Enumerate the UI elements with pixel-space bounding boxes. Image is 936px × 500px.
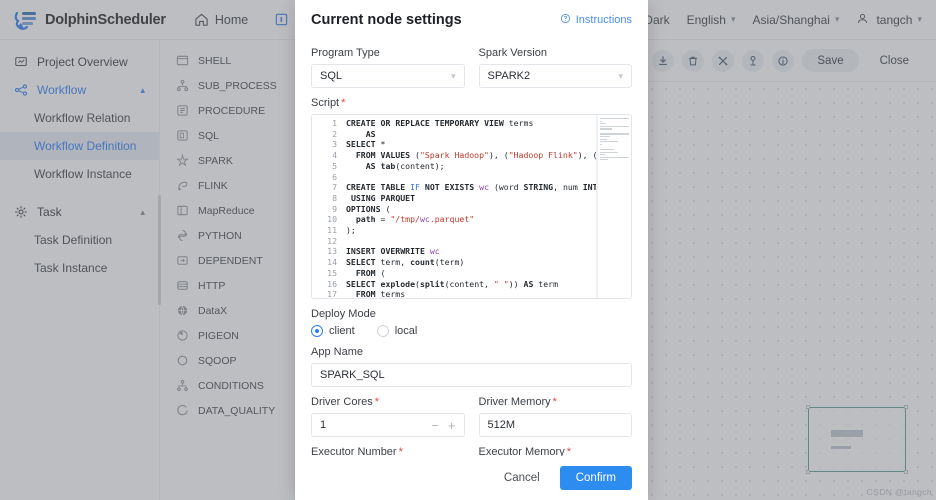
radio-label: client (329, 325, 355, 337)
required-mark: * (552, 396, 557, 408)
radio-local[interactable]: local (376, 325, 418, 337)
editor-minimap[interactable] (597, 115, 631, 298)
radio-client[interactable]: client (311, 325, 355, 337)
field-spark-version: Spark Version SPARK2 ▾ (478, 38, 632, 88)
script-label: Script * (311, 97, 632, 109)
program-type-value: SQL (320, 70, 343, 82)
required-mark: * (566, 446, 571, 456)
spark-version-value: SPARK2 (487, 70, 531, 82)
increment-icon[interactable]: + (448, 418, 456, 433)
driver-memory-value: 512M (487, 419, 516, 431)
stepper-controls: − + (431, 418, 455, 433)
question-circle-icon (560, 13, 571, 27)
chevron-down-icon: ▾ (450, 70, 456, 81)
decrement-icon[interactable]: − (431, 418, 439, 433)
executor-number-label: Executor Number * (311, 446, 465, 456)
driver-cores-label-text: Driver Cores (311, 396, 373, 408)
app-name-input[interactable]: SPARK_SQL (311, 363, 632, 387)
driver-cores-stepper[interactable]: 1 − + (311, 413, 465, 437)
cancel-label: Cancel (503, 472, 540, 484)
radio-dot (376, 325, 389, 337)
field-executor-memory: Executor Memory* 2G (479, 437, 633, 456)
deploy-mode-label: Deploy Mode (311, 308, 376, 320)
row-executor: Executor Number* 2 − + Executor Memory* (311, 437, 632, 456)
radio-dot (311, 325, 323, 337)
required-mark: * (341, 97, 346, 109)
spark-version-label: Spark Version (478, 47, 547, 59)
modal-footer: Cancel Confirm (295, 456, 648, 500)
app-name-value: SPARK_SQL (320, 369, 385, 381)
field-program-type: Program Type SQL ▾ (311, 38, 465, 88)
editor-gutter: 1 2 3 4 5 6 7 8 9 10 11 12 13 14 15 16 17 (312, 115, 342, 298)
row-driver: Driver Cores * 1 − + Driver Memory * 512… (311, 387, 632, 437)
program-type-label: Program Type (311, 47, 380, 59)
app-root: DolphinScheduler Home Project (0, 0, 936, 500)
driver-cores-value: 1 (320, 419, 327, 431)
radio-label: local (394, 325, 418, 337)
modal-body: Program Type SQL ▾ Spark Version SPARK2 … (295, 32, 648, 456)
editor-scroll-track[interactable] (596, 115, 597, 298)
required-mark: * (374, 396, 380, 408)
driver-cores-label: Driver Cores * (311, 396, 465, 408)
driver-memory-label-text: Driver Memory (478, 396, 551, 408)
editor-code[interactable]: CREATE OR REPLACE TEMPORARY VIEW terms A… (342, 115, 597, 298)
confirm-label: Confirm (575, 472, 616, 484)
instructions-label: Instructions (575, 14, 632, 26)
field-driver-memory: Driver Memory * 512M (478, 387, 633, 437)
modal-header: Current node settings Instructions (295, 0, 648, 32)
app-name-label: App Name (311, 346, 363, 358)
executor-memory-label: Executor Memory * (479, 446, 633, 456)
driver-memory-label: Driver Memory * (479, 396, 633, 408)
program-type-select[interactable]: SQL ▾ (311, 64, 465, 88)
field-executor-number: Executor Number* 2 − + (311, 437, 465, 456)
node-settings-modal: Current node settings Instructions Progr… (295, 0, 648, 500)
driver-memory-input[interactable]: 512M (478, 413, 632, 437)
spark-version-select[interactable]: SPARK2 ▾ (478, 64, 632, 88)
chevron-down-icon: ▾ (618, 70, 623, 81)
executor-memory-label-text: Executor Memory (478, 446, 565, 456)
deploy-mode-radios: client local (311, 325, 632, 337)
executor-number-label-text: Executor Number (311, 446, 397, 456)
required-mark: * (398, 446, 403, 456)
script-label-text: Script (311, 97, 340, 109)
row-program-spark: Program Type SQL ▾ Spark Version SPARK2 … (311, 38, 632, 88)
field-driver-cores: Driver Cores * 1 − + (311, 387, 465, 437)
confirm-button[interactable]: Confirm (559, 466, 632, 490)
modal-title: Current node settings (311, 12, 462, 28)
cancel-button[interactable]: Cancel (494, 466, 550, 490)
instructions-link[interactable]: Instructions (560, 13, 632, 27)
script-editor[interactable]: 1 2 3 4 5 6 7 8 9 10 11 12 13 14 15 16 17 CREATE OR REPL… (311, 114, 632, 299)
